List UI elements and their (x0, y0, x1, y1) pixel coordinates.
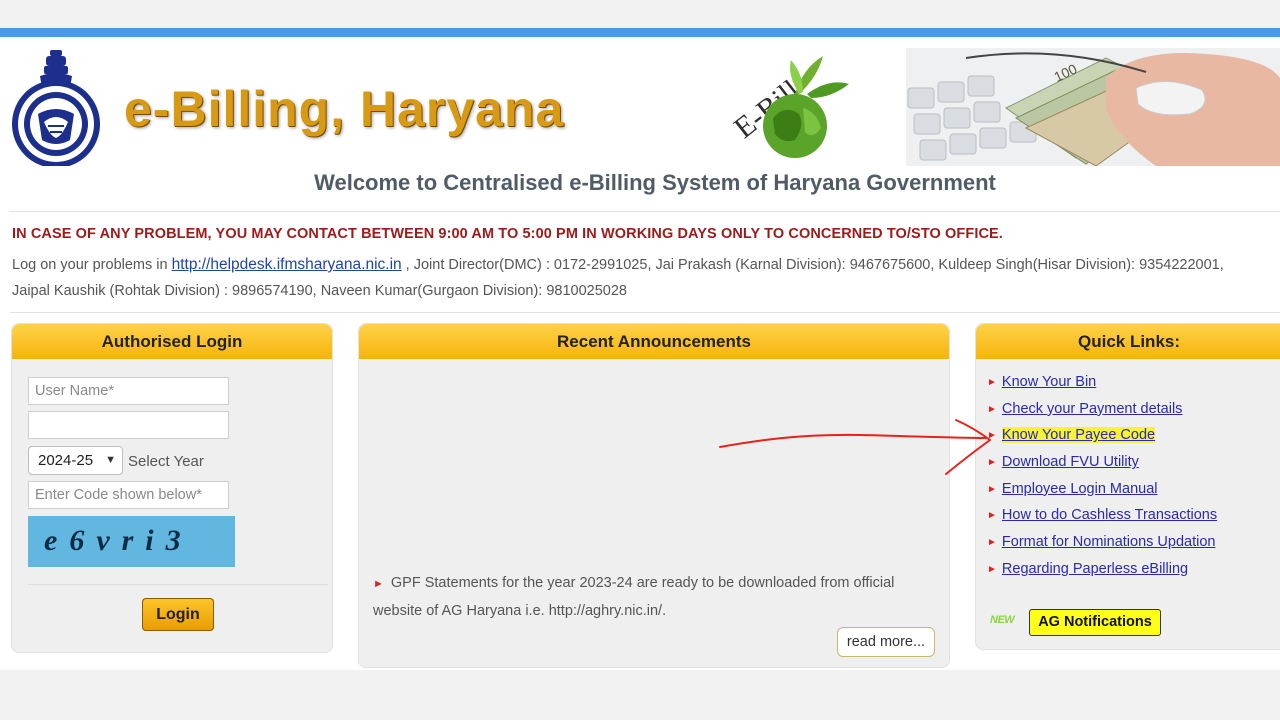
list-item: ► Employee Login Manual (987, 481, 1217, 508)
helpdesk-link[interactable]: http://helpdesk.ifmsharyana.nic.in (172, 256, 402, 273)
read-more-button[interactable]: read more... (837, 627, 935, 657)
quick-link-know-your-payee-code[interactable]: Know Your Payee Code (1001, 427, 1156, 444)
username-input[interactable] (28, 377, 229, 405)
arrow-bullet-icon: ► (987, 377, 997, 388)
contact-prefix: Log on your problems in (12, 257, 172, 273)
quick-link-download-fvu[interactable]: Download FVU Utility (1002, 454, 1139, 470)
arrow-bullet-icon: ► (373, 578, 384, 590)
page-bottom-strip (0, 670, 1280, 720)
announcement-text: GPF Statements for the year 2023-24 are … (373, 575, 895, 619)
login-panel-title: Authorised Login (12, 324, 332, 359)
captcha-image: e6vri3 (28, 516, 235, 567)
captcha-code-input[interactable] (28, 481, 229, 509)
welcome-heading: Welcome to Centralised e-Billing System … (314, 170, 996, 195)
year-select[interactable]: 2024-25 ▼ (28, 446, 123, 475)
list-item: ► Check your Payment details (987, 401, 1217, 428)
divider (28, 584, 328, 585)
arrow-bullet-icon: ► (987, 537, 997, 549)
ag-notifications-button[interactable]: AG Notifications (1029, 609, 1161, 636)
divider (10, 312, 1280, 313)
login-panel: Authorised Login 2024-25 ▼ Select Year e… (11, 323, 333, 653)
list-item: ► Download FVU Utility (987, 454, 1217, 481)
list-item: ► Format for Nominations Updation (987, 534, 1217, 561)
ebill-globe-logo: E-Bill (728, 56, 849, 158)
new-badge-icon: NEW (990, 614, 1015, 626)
quick-link-know-your-bin[interactable]: Know Your Bin (1002, 374, 1096, 390)
quick-links-panel-title: Quick Links: (976, 324, 1280, 359)
password-input[interactable] (28, 411, 229, 439)
arrow-bullet-icon: ► (987, 430, 997, 442)
arrow-bullet-icon: ► (987, 483, 997, 495)
announcement-item: ► GPF Statements for the year 2023-24 are… (373, 570, 913, 625)
quick-link-payment-details[interactable]: Check your Payment details (1002, 401, 1183, 417)
quick-links-list: ► Know Your Bin ► Check your Payment detai… (987, 374, 1217, 588)
contact-info: Log on your problems in http://helpdesk.… (12, 252, 1262, 304)
announcements-panel-title: Recent Announcements (359, 324, 949, 359)
list-item: ► Know Your Payee Code (987, 427, 1217, 454)
contact-warning: IN CASE OF ANY PROBLEM, YOU MAY CONTACT … (12, 226, 1003, 242)
quick-link-nominations-updation[interactable]: Format for Nominations Updation (1002, 534, 1216, 550)
year-select-label: Select Year (128, 453, 204, 470)
divider (10, 211, 1280, 212)
list-item: ► Regarding Paperless eBilling (987, 561, 1217, 588)
captcha-text: e6vri3 (44, 524, 193, 557)
arrow-bullet-icon: ► (987, 457, 997, 469)
login-button[interactable]: Login (142, 598, 214, 631)
list-item: ► How to do Cashless Transactions (987, 507, 1217, 534)
year-select-value: 2024-25 (38, 452, 94, 469)
quick-link-paperless-ebilling[interactable]: Regarding Paperless eBilling (1002, 561, 1188, 577)
quick-link-employee-login-manual[interactable]: Employee Login Manual (1002, 481, 1158, 497)
list-item: ► Know Your Bin (987, 374, 1217, 401)
browser-top-bar (0, 28, 1280, 37)
quick-link-cashless-transactions[interactable]: How to do Cashless Transactions (1002, 507, 1217, 523)
arrow-bullet-icon: ► (987, 510, 997, 522)
chevron-down-icon: ▼ (105, 454, 116, 466)
hero-keyboard-cash-image: 100 (906, 48, 1280, 166)
announcements-panel: Recent Announcements ► GPF Statements for… (358, 323, 950, 668)
haryana-emblem-logo (12, 50, 100, 166)
site-title: e-Billing, Haryana (124, 81, 565, 137)
arrow-bullet-icon: ► (987, 403, 997, 415)
arrow-bullet-icon: ► (987, 563, 997, 575)
quick-links-panel: Quick Links: ► Know Your Bin ► Check your … (975, 323, 1280, 650)
